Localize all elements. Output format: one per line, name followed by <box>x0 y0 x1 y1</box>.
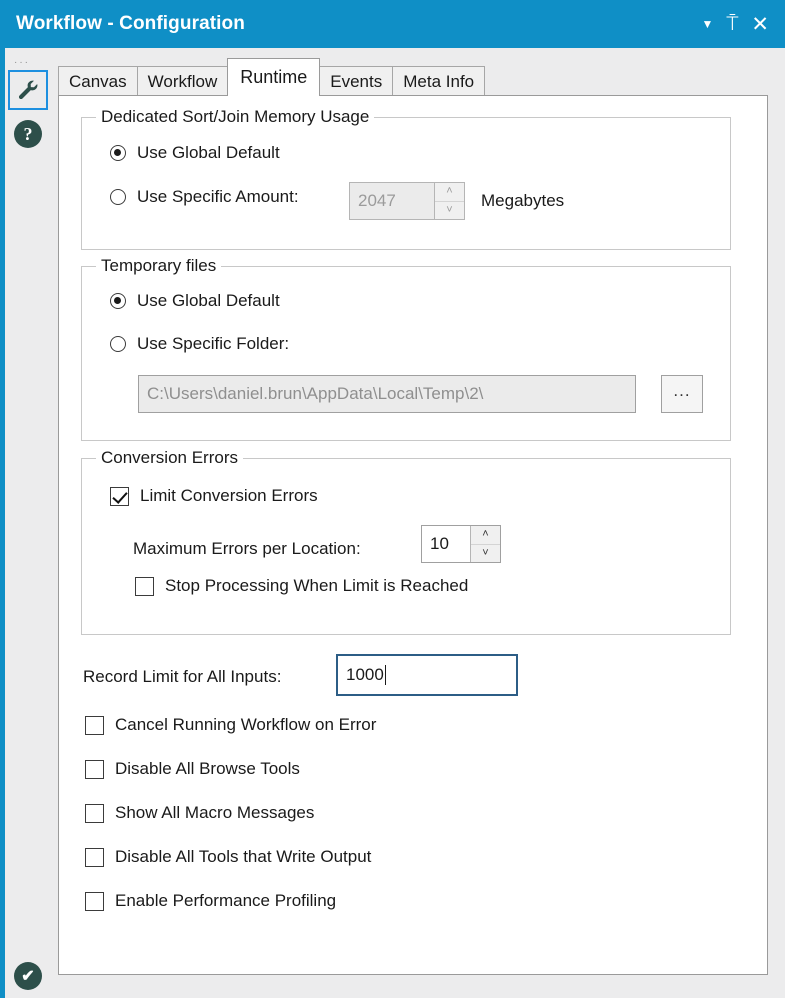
memory-amount-value[interactable]: 2047 <box>350 183 434 219</box>
temp-folder-input[interactable]: C:\Users\daniel.brun\AppData\Local\Temp\… <box>138 375 636 413</box>
radio-use-specific-amount[interactable] <box>110 189 126 205</box>
temp-specific-folder-label: Use Specific Folder: <box>137 334 290 353</box>
window-titlebar: Workflow - Configuration ▼ ⍑ ✕ <box>0 0 785 48</box>
limit-conversion-errors-row[interactable]: Limit Conversion Errors <box>110 486 318 506</box>
checkbox-cancel-running-workflow-on-error[interactable] <box>85 715 104 735</box>
tab-meta-info[interactable]: Meta Info <box>392 66 486 96</box>
window-title: Workflow - Configuration <box>16 13 245 34</box>
rail-accent-stripe <box>0 48 5 998</box>
wrench-icon <box>18 80 38 100</box>
record-limit-label: Record Limit for All Inputs: <box>83 667 282 686</box>
option-label-cancel-running-workflow: Cancel Running Workflow on Error <box>115 715 377 734</box>
record-limit-value: 1000 <box>346 665 384 684</box>
memory-amount-spin-buttons[interactable]: ˄ ˅ <box>434 183 464 219</box>
max-errors-increment-icon[interactable]: ˄ <box>471 526 500 545</box>
temporary-files-group: Temporary files Use Global Default Use S… <box>81 256 731 441</box>
option-row-cancel-running-workflow[interactable]: Cancel Running Workflow on Error <box>85 715 376 735</box>
tab-workflow[interactable]: Workflow <box>136 66 229 96</box>
help-icon: ? <box>14 120 42 148</box>
radio-use-global-default-memory[interactable] <box>110 145 126 161</box>
checkbox-disable-all-browse-tools[interactable] <box>85 759 104 779</box>
option-label-show-macro-messages: Show All Macro Messages <box>115 803 315 822</box>
tab-strip: Canvas Workflow Runtime Events Meta Info <box>58 58 768 96</box>
option-row-enable-performance-profiling[interactable]: Enable Performance Profiling <box>85 891 336 911</box>
rail-item-help[interactable]: ? <box>8 114 48 154</box>
checkbox-show-all-macro-messages[interactable] <box>85 803 104 823</box>
temp-global-default-radio-row[interactable]: Use Global Default <box>110 291 280 311</box>
max-errors-spin-buttons[interactable]: ˄ ˅ <box>470 526 500 562</box>
rail-item-status[interactable]: ✔ <box>8 956 48 996</box>
checkbox-disable-all-tools-that-write-output[interactable] <box>85 847 104 867</box>
option-label-disable-browse-tools: Disable All Browse Tools <box>115 759 300 778</box>
memory-specific-amount-label: Use Specific Amount: <box>137 187 299 206</box>
stop-processing-row[interactable]: Stop Processing When Limit is Reached <box>135 576 468 596</box>
max-errors-stepper[interactable]: 10 ˄ ˅ <box>421 525 501 563</box>
tab-events[interactable]: Events <box>319 66 394 96</box>
max-errors-value[interactable]: 10 <box>422 526 470 562</box>
check-circle-icon: ✔ <box>14 962 42 990</box>
limit-conversion-errors-label: Limit Conversion Errors <box>140 486 318 505</box>
memory-amount-stepper[interactable]: 2047 ˄ ˅ <box>349 182 465 220</box>
memory-global-default-radio-row[interactable]: Use Global Default <box>110 143 280 163</box>
checkbox-limit-conversion-errors[interactable] <box>110 486 129 506</box>
memory-specific-amount-radio-row[interactable]: Use Specific Amount: <box>110 187 299 207</box>
checkbox-enable-performance-profiling[interactable] <box>85 891 104 911</box>
temp-specific-folder-radio-row[interactable]: Use Specific Folder: <box>110 334 289 354</box>
max-errors-decrement-icon[interactable]: ˅ <box>471 545 500 563</box>
runtime-tab-panel: Dedicated Sort/Join Memory Usage Use Glo… <box>58 95 768 975</box>
tab-runtime[interactable]: Runtime <box>227 58 321 96</box>
conversion-errors-group: Conversion Errors Limit Conversion Error… <box>81 448 731 635</box>
close-icon[interactable]: ✕ <box>751 14 769 35</box>
rail-drag-handle[interactable]: ··· <box>14 58 30 68</box>
left-rail: ··· ? ✔ <box>0 48 54 998</box>
temporary-files-legend: Temporary files <box>96 256 222 276</box>
temp-global-default-label: Use Global Default <box>137 291 280 310</box>
radio-use-global-default-temp[interactable] <box>110 293 126 309</box>
tab-canvas[interactable]: Canvas <box>58 66 138 96</box>
max-errors-per-location-label: Maximum Errors per Location: <box>133 539 361 558</box>
text-cursor <box>384 665 386 685</box>
option-label-enable-performance-profiling: Enable Performance Profiling <box>115 891 337 910</box>
titlebar-actions: ▼ ⍑ ✕ <box>702 14 785 35</box>
record-limit-input[interactable]: 1000 <box>336 654 518 696</box>
memory-amount-decrement-icon[interactable]: ˅ <box>435 202 464 220</box>
memory-global-default-label: Use Global Default <box>137 143 280 162</box>
pin-icon[interactable]: ⍑ <box>726 14 738 34</box>
configuration-window: Workflow - Configuration ▼ ⍑ ✕ ··· ? ✔ C… <box>0 0 785 998</box>
memory-units-label: Megabytes <box>481 191 565 210</box>
option-label-disable-write-output: Disable All Tools that Write Output <box>115 847 372 866</box>
checkbox-stop-processing-when-limit-reached[interactable] <box>135 576 154 596</box>
rail-item-configuration[interactable] <box>8 70 48 110</box>
option-row-show-macro-messages[interactable]: Show All Macro Messages <box>85 803 314 823</box>
chevron-down-icon[interactable]: ▼ <box>702 18 714 30</box>
option-row-disable-browse-tools[interactable]: Disable All Browse Tools <box>85 759 300 779</box>
stop-processing-label: Stop Processing When Limit is Reached <box>165 576 469 595</box>
memory-usage-group: Dedicated Sort/Join Memory Usage Use Glo… <box>81 107 731 250</box>
memory-amount-increment-icon[interactable]: ˄ <box>435 183 464 202</box>
radio-use-specific-folder[interactable] <box>110 336 126 352</box>
temp-folder-browse-button[interactable]: ... <box>661 375 703 413</box>
conversion-errors-legend: Conversion Errors <box>96 448 243 468</box>
option-row-disable-write-output[interactable]: Disable All Tools that Write Output <box>85 847 371 867</box>
memory-usage-legend: Dedicated Sort/Join Memory Usage <box>96 107 375 127</box>
